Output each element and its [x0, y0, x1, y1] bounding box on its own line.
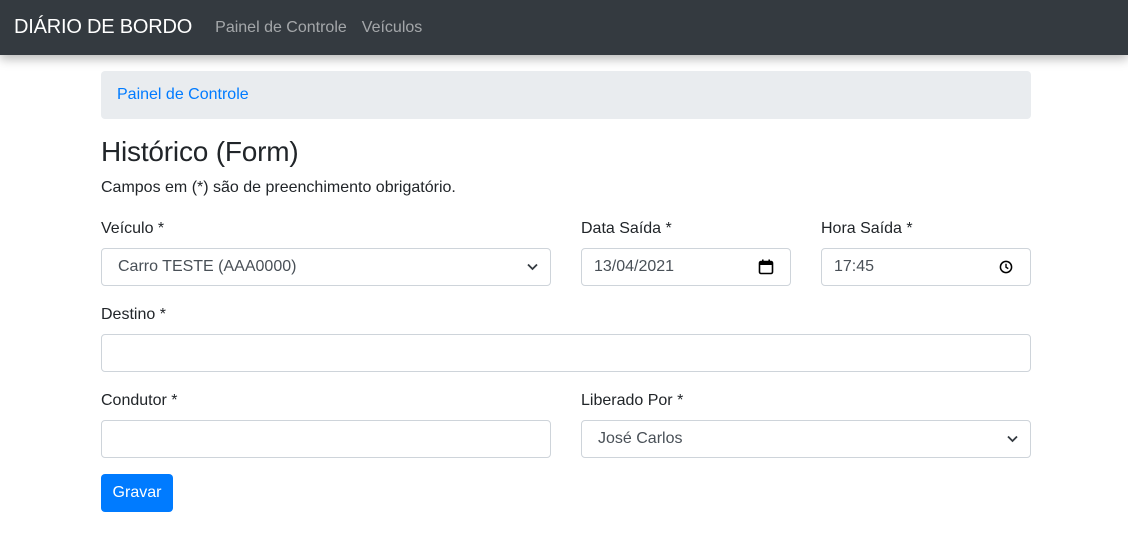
liberado-por-selected-value: José Carlos [598, 430, 683, 447]
clock-icon[interactable] [998, 259, 1014, 275]
breadcrumb: Painel de Controle [101, 71, 1031, 119]
veiculo-label: Veículo * [101, 220, 165, 237]
liberado-por-label: Liberado Por * [581, 392, 684, 409]
veiculo-selected-value: Carro TESTE (AAA0000) [118, 258, 297, 275]
hora-saida-input[interactable]: 17:45 [821, 248, 1031, 286]
nav-link-painel[interactable]: Painel de Controle [215, 19, 347, 37]
required-fields-hint: Campos em (*) são de preenchimento obrig… [101, 179, 456, 196]
data-saida-label: Data Saída * [581, 220, 672, 237]
navbar-brand[interactable]: DIÁRIO DE BORDO [14, 16, 192, 39]
chevron-down-icon [1006, 433, 1018, 445]
calendar-icon[interactable] [758, 259, 774, 275]
veiculo-select[interactable]: Carro TESTE (AAA0000) [101, 248, 551, 286]
data-saida-value: 13/04/2021 [594, 258, 675, 275]
gravar-button[interactable]: Gravar [101, 474, 173, 512]
condutor-input[interactable] [101, 420, 551, 458]
condutor-label: Condutor * [101, 392, 178, 409]
breadcrumb-link-painel[interactable]: Painel de Controle [117, 86, 249, 104]
hora-saida-value: 17:45 [834, 258, 875, 275]
chevron-down-icon [526, 261, 538, 273]
destino-label: Destino * [101, 306, 166, 323]
hora-saida-label: Hora Saída * [821, 220, 913, 237]
page-title: Histórico (Form) [101, 136, 299, 167]
top-navbar: DIÁRIO DE BORDO Painel de Controle Veícu… [0, 0, 1128, 55]
nav-link-veiculos[interactable]: Veículos [362, 19, 422, 37]
destino-input[interactable] [101, 334, 1031, 372]
liberado-por-select[interactable]: José Carlos [581, 420, 1031, 458]
data-saida-input[interactable]: 13/04/2021 [581, 248, 791, 286]
